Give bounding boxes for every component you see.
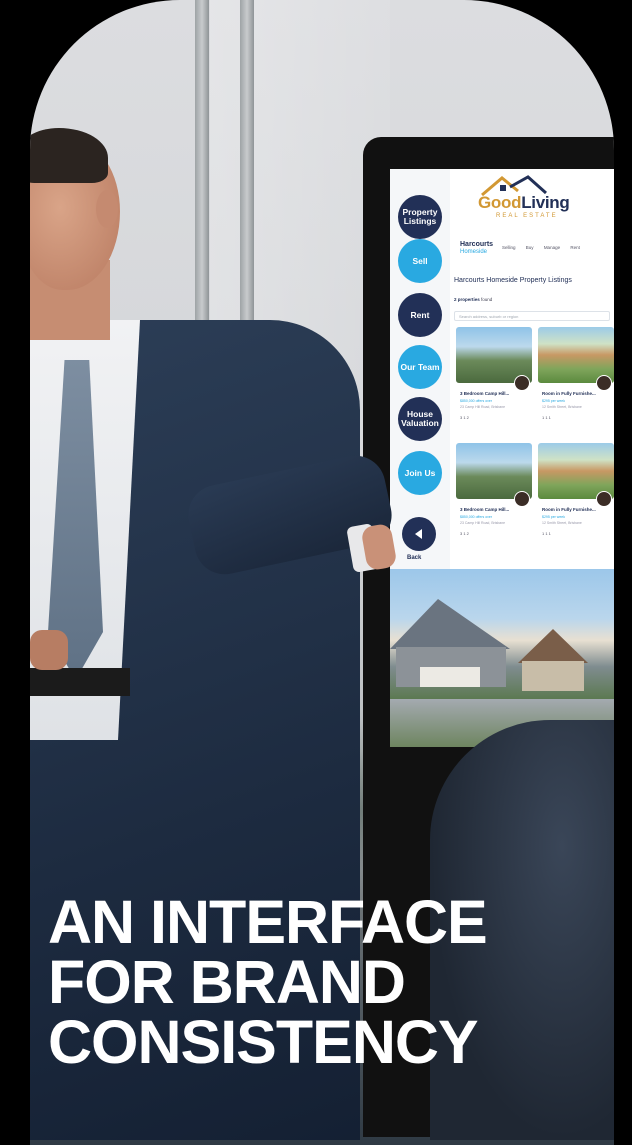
headline-line-1: AN INTERFACE bbox=[48, 888, 488, 956]
logo-living: Living bbox=[521, 193, 570, 212]
search-input[interactable]: Search address, suburb or region bbox=[454, 311, 610, 321]
listing-features: 3 1 2 bbox=[460, 415, 469, 420]
headline: AN INTERFACE FOR BRAND CONSISTENCY bbox=[48, 888, 608, 1076]
agent-avatar bbox=[514, 491, 530, 507]
listing-address: 23 Camp Hill Road, Brisbane bbox=[460, 405, 506, 409]
results-number: 2 properties bbox=[454, 297, 480, 302]
listing-price: $850,000 offers over bbox=[460, 399, 493, 403]
logo-subtitle: REAL ESTATE bbox=[496, 213, 558, 219]
listing-title: 3 Bedroom Camp Hill... bbox=[460, 391, 510, 396]
listing-title: 3 Bedroom Camp Hill... bbox=[460, 507, 510, 512]
hair bbox=[30, 128, 108, 183]
logo-good: Good bbox=[478, 193, 522, 212]
listing-card[interactable]: 3 Bedroom Camp Hill... $850,000 offers o… bbox=[456, 327, 532, 427]
kiosk-menu: Selling Buy Manage Rent bbox=[502, 245, 589, 250]
headline-line-3: CONSISTENCY bbox=[48, 1008, 479, 1076]
belt bbox=[30, 668, 130, 696]
listing-features: 3 1 2 bbox=[460, 531, 469, 536]
listing-title: Room in Fully Furnishe... bbox=[542, 507, 596, 512]
brand-name: Harcourts bbox=[460, 241, 494, 248]
listing-price: $295 per week bbox=[542, 515, 565, 519]
garage-door bbox=[420, 667, 480, 687]
listing-card[interactable]: Room in Fully Furnishe... $295 per week … bbox=[538, 327, 614, 427]
brand-sub: Homeside bbox=[460, 249, 488, 255]
results-count: 2 properties found bbox=[454, 297, 492, 302]
menu-item-manage[interactable]: Manage bbox=[544, 245, 560, 250]
listing-card[interactable]: Room in Fully Furnishe... $295 per week … bbox=[538, 443, 614, 543]
kiosk-screen: Property Listings Sell Rent Our Team Hou… bbox=[390, 169, 614, 569]
agent-avatar bbox=[596, 491, 612, 507]
menu-item-rent[interactable]: Rent bbox=[570, 245, 580, 250]
listing-card[interactable]: 3 Bedroom Camp Hill... $850,000 offers o… bbox=[456, 443, 532, 543]
goodliving-logo: GoodLiving REAL ESTATE bbox=[478, 175, 608, 221]
listing-features: 1 1 1 bbox=[542, 415, 551, 420]
agent-avatar bbox=[596, 375, 612, 391]
agent-avatar bbox=[514, 375, 530, 391]
listing-features: 1 1 1 bbox=[542, 531, 551, 536]
headline-line-2: FOR BRAND bbox=[48, 948, 406, 1016]
listing-price: $850,000 offers over bbox=[460, 515, 493, 519]
results-suffix: found bbox=[481, 297, 493, 302]
menu-item-buy[interactable]: Buy bbox=[526, 245, 534, 250]
left-hand bbox=[30, 630, 68, 670]
back-arrow-icon bbox=[415, 529, 422, 539]
listing-title: Room in Fully Furnishe... bbox=[542, 391, 596, 396]
house-roof bbox=[518, 629, 588, 663]
page-title: Harcourts Homeside Property Listings bbox=[454, 277, 572, 284]
listing-price: $295 per week bbox=[542, 399, 565, 403]
listing-address: 12 Smith Street, Brisbane bbox=[542, 405, 582, 409]
listing-address: 12 Smith Street, Brisbane bbox=[542, 521, 582, 525]
listing-address: 23 Camp Hill Road, Brisbane bbox=[460, 521, 506, 525]
menu-item-selling[interactable]: Selling bbox=[502, 245, 516, 250]
house-wall bbox=[522, 661, 584, 691]
ear bbox=[96, 190, 118, 228]
